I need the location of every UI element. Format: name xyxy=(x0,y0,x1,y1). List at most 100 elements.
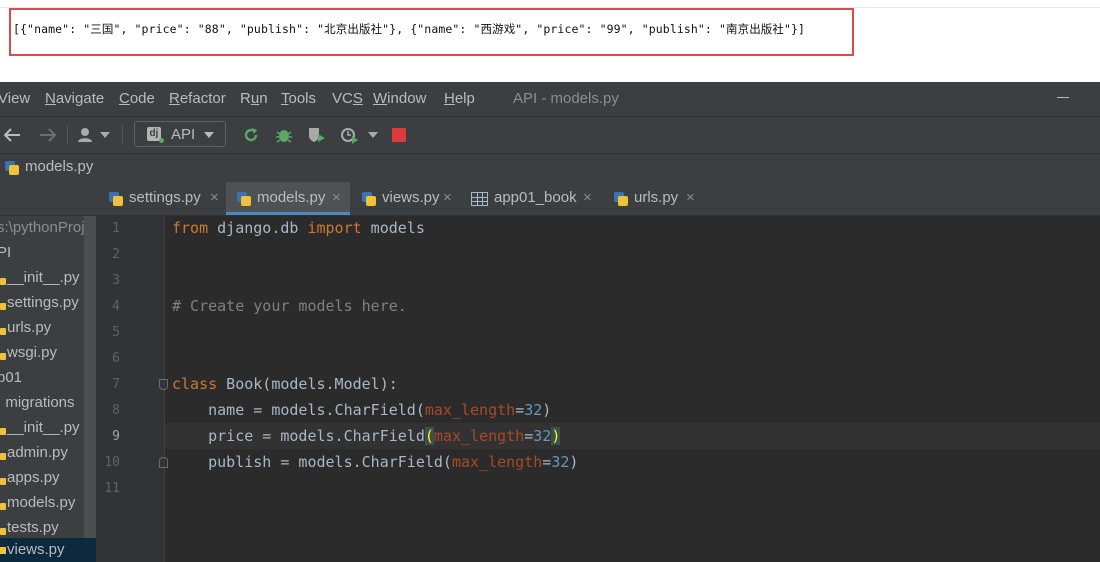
coverage-icon[interactable] xyxy=(306,117,328,153)
tab-urls[interactable]: urls.py × xyxy=(608,182,704,215)
breadcrumb[interactable]: models.py xyxy=(25,158,93,175)
code-line-4[interactable]: # Create your models here. xyxy=(172,297,407,315)
chevron-down-icon[interactable] xyxy=(98,117,112,153)
code-text: ) xyxy=(569,453,579,471)
code-line-1[interactable]: from django.db import models xyxy=(172,219,425,237)
menu-navigate[interactable]: Navigate xyxy=(45,90,104,107)
keyword: import xyxy=(307,219,362,237)
tree-file-models[interactable]: models.py xyxy=(7,494,75,511)
menu-window-mnemonic: W xyxy=(373,90,388,107)
status-dot xyxy=(159,138,164,143)
tree-file-urls[interactable]: urls.py xyxy=(7,319,51,336)
close-icon[interactable]: × xyxy=(210,189,219,206)
menu-navigate-mnemonic: N xyxy=(45,90,56,107)
minimize-icon[interactable] xyxy=(1057,97,1069,98)
menu-help-mnemonic: H xyxy=(444,90,455,107)
menu-run[interactable]: Run xyxy=(240,90,268,107)
menu-view[interactable]: View xyxy=(0,90,30,107)
tree-file-settings[interactable]: settings.py xyxy=(7,294,79,311)
tab-settings[interactable]: settings.py × xyxy=(106,182,224,215)
menu-refactor-mnemonic: R xyxy=(169,90,180,107)
chevron-down-icon[interactable] xyxy=(366,117,380,153)
back-arrow-icon[interactable] xyxy=(2,117,24,153)
keyword: class xyxy=(172,375,218,393)
menu-run-label-b: n xyxy=(259,90,268,107)
menu-run-label-a: R xyxy=(240,90,251,107)
menu-window-label: indow xyxy=(387,90,427,107)
debug-bug-icon[interactable] xyxy=(273,117,295,153)
line-number: 6 xyxy=(112,351,120,366)
tree-file-wsgi[interactable]: wsgi.py xyxy=(7,344,57,361)
tab-label: urls.py xyxy=(634,189,679,206)
active-tab-indicator xyxy=(226,212,350,215)
menu-help-label: elp xyxy=(454,90,475,107)
tree-folder-api[interactable]: PI xyxy=(0,244,11,261)
python-file-icon xyxy=(0,478,6,485)
code-line-7[interactable]: class Book(models.Model): xyxy=(172,375,398,393)
python-file-icon xyxy=(0,353,6,360)
menu-help[interactable]: Help xyxy=(444,90,475,107)
tree-file-tests[interactable]: tests.py xyxy=(7,519,59,536)
python-file-icon xyxy=(0,453,6,460)
user-icon[interactable] xyxy=(76,117,98,153)
fold-marker-icon[interactable] xyxy=(159,457,168,468)
menu-window[interactable]: Window xyxy=(373,90,426,107)
tree-file-init[interactable]: __init__.py xyxy=(7,419,80,436)
matched-brace: ( xyxy=(424,427,434,445)
tree-selected-row[interactable]: views.py xyxy=(0,538,96,562)
close-icon[interactable]: × xyxy=(332,189,341,206)
python-file-icon xyxy=(0,303,6,310)
stop-icon[interactable] xyxy=(389,117,409,153)
menu-code-mnemonic: C xyxy=(119,90,130,107)
project-path[interactable]: s:\pythonProje xyxy=(0,219,84,236)
code-line-8[interactable]: name = models.CharField(max_length=32) xyxy=(172,401,551,419)
pycharm-window: View Navigate Code Refactor Run Tools VC… xyxy=(0,82,1100,562)
menu-vcs[interactable]: VCS xyxy=(332,90,363,107)
tree-file-init[interactable]: __init__.py xyxy=(7,269,80,286)
python-file-icon xyxy=(614,192,628,206)
line-number: 2 xyxy=(112,247,120,262)
menu-bar: View Navigate Code Refactor Run Tools VC… xyxy=(0,82,1100,116)
number-literal: 32 xyxy=(551,453,570,471)
run-config-dropdown[interactable]: dj API xyxy=(134,121,226,147)
tab-label: views.py xyxy=(382,189,440,206)
line-number: 11 xyxy=(104,481,120,496)
forward-arrow-icon[interactable] xyxy=(36,117,58,153)
main-toolbar: dj API xyxy=(0,116,1100,153)
tree-file-apps[interactable]: apps.py xyxy=(7,469,60,486)
close-icon[interactable]: × xyxy=(583,189,592,206)
menu-refactor-label: efactor xyxy=(179,90,226,107)
code-text: price = models.CharField xyxy=(172,427,425,445)
tab-models[interactable]: models.py × xyxy=(226,182,350,215)
close-icon[interactable]: × xyxy=(686,189,695,206)
close-icon[interactable]: × xyxy=(443,189,452,206)
menu-refactor[interactable]: Refactor xyxy=(169,90,226,107)
code-text: publish = models.CharField( xyxy=(172,453,452,471)
menu-tools[interactable]: Tools xyxy=(281,90,316,107)
tree-file-admin[interactable]: admin.py xyxy=(7,444,68,461)
code-text: name = models.CharField( xyxy=(172,401,425,419)
tab-app01-book[interactable]: app01_book × xyxy=(466,182,602,215)
profile-icon[interactable] xyxy=(339,117,361,153)
python-file-icon xyxy=(0,328,6,335)
project-tree: s:\pythonProje PI __init__.py settings.p… xyxy=(0,216,84,562)
tree-folder-migrations[interactable]: I migrations xyxy=(0,394,75,411)
navigation-bar: models.py xyxy=(0,153,1100,182)
tree-folder-app01[interactable]: p01 xyxy=(0,369,22,386)
code-line-9[interactable]: price = models.CharField(max_length=32) xyxy=(172,427,561,445)
class-declaration: Book(models.Model): xyxy=(217,375,398,393)
line-number: 5 xyxy=(112,325,120,340)
tree-scrollbar[interactable] xyxy=(84,216,96,562)
code-text: = xyxy=(524,427,534,445)
rerun-icon[interactable] xyxy=(240,117,262,153)
menu-code[interactable]: Code xyxy=(119,90,155,107)
tab-label: settings.py xyxy=(129,189,201,206)
line-number: 10 xyxy=(104,455,120,470)
json-highlight-box: [{"name": "三国", "price": "88", "publish"… xyxy=(9,8,854,56)
code-line-10[interactable]: publish = models.CharField(max_length=32… xyxy=(172,453,578,471)
fold-marker-icon[interactable] xyxy=(159,379,168,390)
python-file-icon xyxy=(0,503,6,510)
window-title: API - models.py xyxy=(513,90,619,107)
tab-views[interactable]: views.py × xyxy=(356,182,460,215)
code-text: ) xyxy=(542,401,552,419)
